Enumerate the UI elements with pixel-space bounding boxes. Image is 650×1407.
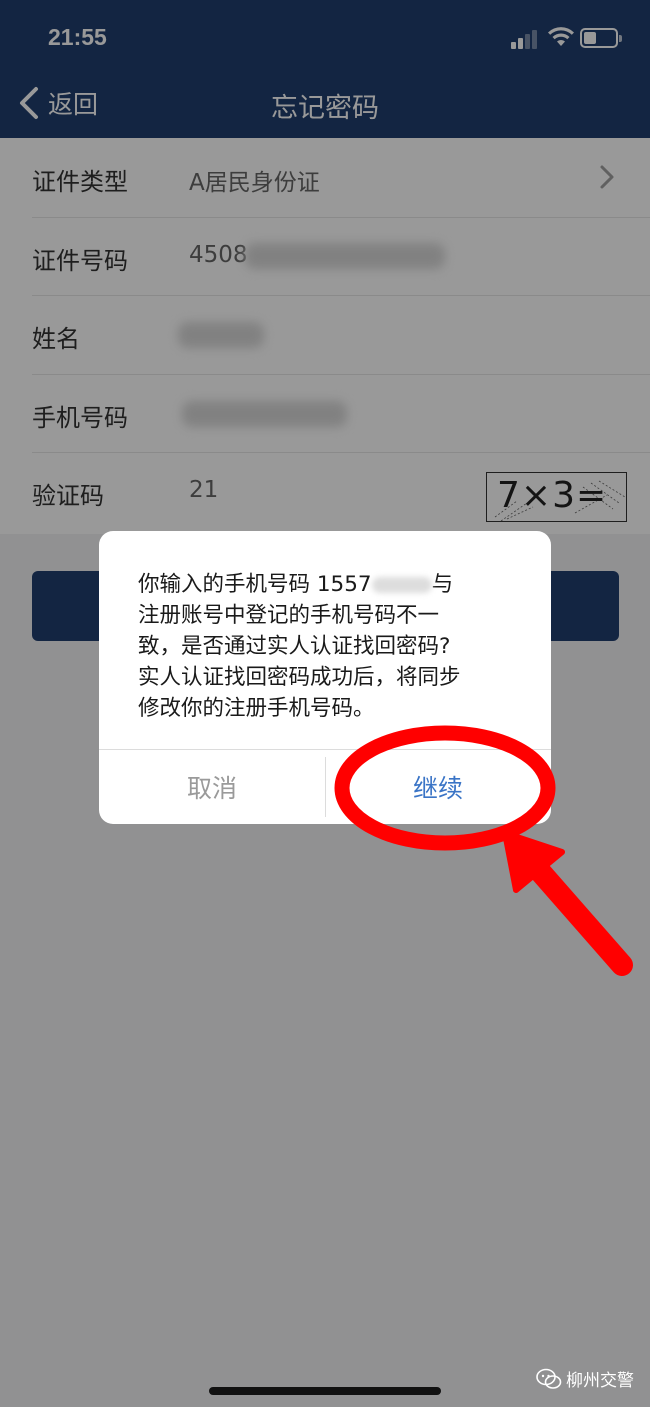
dialog-message-line: 致，是否通过实人认证找回密码?	[138, 634, 451, 659]
watermark-text: 柳州交警	[566, 1371, 634, 1391]
redacted-phone-inline	[371, 577, 432, 593]
dialog-message: 你输入的手机号码 1557 与 注册账号中登记的手机号码不一 致，是否通过实人认证…	[138, 569, 518, 724]
dialog-message-line: 实人认证找回密码成功后，将同步	[138, 665, 461, 690]
dialog-message-line: 注册账号中登记的手机号码不一	[138, 603, 440, 628]
wechat-icon	[536, 1368, 562, 1389]
alert-dialog: 你输入的手机号码 1557 与 注册账号中登记的手机号码不一 致，是否通过实人认证…	[99, 531, 551, 824]
dialog-message-line: 你输入的手机号码 1557 与	[138, 572, 454, 597]
dialog-message-line: 修改你的注册手机号码。	[138, 696, 375, 721]
continue-button[interactable]: 继续	[325, 750, 551, 824]
home-indicator[interactable]	[209, 1387, 441, 1395]
watermark: 柳州交警	[536, 1366, 634, 1391]
cancel-button[interactable]: 取消	[99, 750, 325, 824]
